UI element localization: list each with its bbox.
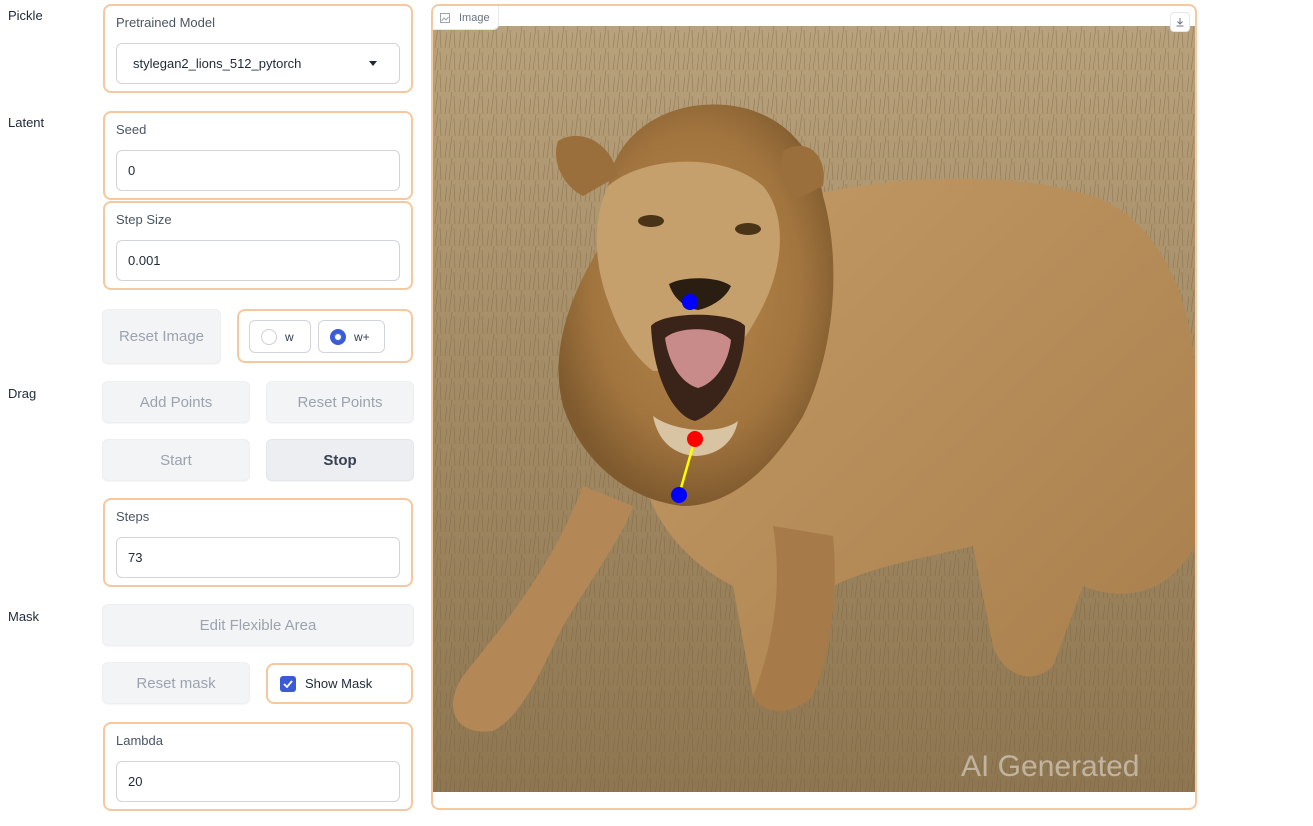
radio-unchecked-icon bbox=[261, 328, 277, 345]
section-label-drag: Drag bbox=[8, 386, 37, 401]
lion-left-eye bbox=[638, 215, 664, 227]
pretrained-model-block: Pretrained Model stylegan2_lions_512_pyt… bbox=[103, 4, 413, 93]
steps-label: Steps bbox=[116, 509, 150, 524]
section-label-pickle: Pickle bbox=[8, 8, 43, 23]
start-button[interactable]: Start bbox=[102, 439, 250, 481]
handle-point-nose[interactable] bbox=[682, 294, 698, 310]
radio-label-w: w bbox=[285, 329, 294, 344]
step-size-input[interactable]: 0.001 bbox=[116, 240, 400, 281]
seed-value: 0 bbox=[128, 163, 136, 178]
steps-value: 73 bbox=[128, 550, 143, 565]
seed-input[interactable]: 0 bbox=[116, 150, 400, 191]
image-icon bbox=[440, 12, 450, 23]
download-icon bbox=[1176, 18, 1184, 27]
lambda-label: Lambda bbox=[116, 733, 163, 748]
reset-mask-button[interactable]: Reset mask bbox=[102, 662, 250, 704]
lion-right-eye bbox=[735, 223, 761, 235]
steps-block: Steps 73 bbox=[103, 498, 413, 587]
image-panel: Image AI Generated bbox=[431, 4, 1197, 810]
edit-flexible-area-button[interactable]: Edit Flexible Area bbox=[102, 604, 414, 646]
handle-point-chin[interactable] bbox=[671, 487, 687, 503]
lambda-input[interactable]: 20 bbox=[116, 761, 400, 802]
radio-checked-icon bbox=[330, 328, 346, 345]
latent-space-radio-group: w w+ bbox=[237, 309, 413, 363]
reset-points-button[interactable]: Reset Points bbox=[266, 381, 414, 423]
section-label-mask: Mask bbox=[8, 609, 40, 624]
seed-label: Seed bbox=[116, 122, 147, 137]
show-mask-label: Show Mask bbox=[305, 676, 373, 691]
step-size-label: Step Size bbox=[116, 212, 172, 227]
section-label-latent: Latent bbox=[8, 115, 45, 130]
lion-canvas[interactable]: AI Generated bbox=[433, 26, 1195, 792]
chevron-down-icon bbox=[369, 61, 377, 66]
pretrained-model-value: stylegan2_lions_512_pytorch bbox=[133, 56, 302, 71]
add-points-button[interactable]: Add Points bbox=[102, 381, 250, 423]
radio-option-w[interactable]: w bbox=[249, 320, 311, 353]
image-tag: Image bbox=[433, 6, 499, 30]
seed-block: Seed 0 bbox=[103, 111, 413, 200]
target-point-chin[interactable] bbox=[687, 431, 703, 447]
step-size-value: 0.001 bbox=[128, 253, 161, 268]
steps-input[interactable]: 73 bbox=[116, 537, 400, 578]
stop-button[interactable]: Stop bbox=[266, 439, 414, 481]
lambda-value: 20 bbox=[128, 774, 143, 789]
reset-image-button[interactable]: Reset Image bbox=[102, 309, 221, 364]
show-mask-checkbox[interactable]: Show Mask bbox=[266, 663, 413, 704]
lambda-block: Lambda 20 bbox=[103, 722, 413, 811]
radio-label-wplus: w+ bbox=[354, 329, 370, 344]
pretrained-model-label: Pretrained Model bbox=[116, 15, 215, 30]
pretrained-model-dropdown[interactable]: stylegan2_lions_512_pytorch bbox=[116, 43, 400, 84]
checkmark-icon bbox=[280, 675, 296, 692]
watermark-text: AI Generated bbox=[961, 750, 1139, 783]
step-size-block: Step Size 0.001 bbox=[103, 201, 413, 290]
download-button[interactable] bbox=[1170, 12, 1190, 32]
radio-option-wplus[interactable]: w+ bbox=[318, 320, 385, 353]
image-tag-label: Image bbox=[459, 11, 490, 24]
